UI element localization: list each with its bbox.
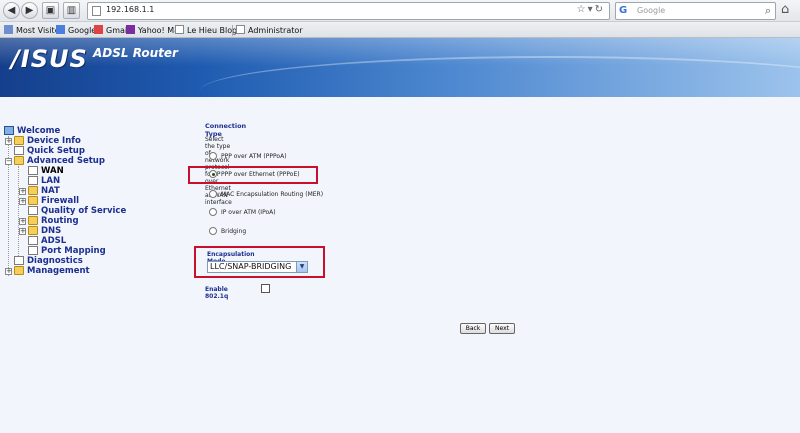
bookmark-administrator[interactable]: Administrator [236,25,303,35]
nav-label: ADSL [41,236,67,246]
nav-label: LAN [41,176,61,186]
nav-label: WAN [41,166,64,176]
forward-arrow-icon[interactable]: ▶ [21,2,38,19]
expand-icon[interactable]: + [5,138,12,145]
page-icon [28,176,38,185]
page-icon [14,146,24,155]
page-icon [28,246,38,255]
nav-label: Firewall [41,196,80,206]
collapse-icon[interactable]: − [5,158,12,165]
page-icon [92,6,101,16]
bookmark-star-icon[interactable]: ☆▾↻ [577,4,605,15]
radio-label: IP over ATM (IPoA) [221,209,276,216]
page-icon [28,236,38,245]
google-icon: G [619,5,628,16]
folder-icon [28,226,38,235]
nav-label: Quick Setup [27,146,85,156]
nav-label: DNS [41,226,62,236]
enable-8021q-checkbox[interactable] [261,284,270,293]
print-icon[interactable]: ▣ [42,2,59,19]
radio-button[interactable] [209,227,217,235]
most-visited-icon [4,25,13,34]
bookmarks-bar: Most Visited Google Gmail! Yahoo! Mail L… [0,22,800,38]
next-button[interactable]: Next [489,323,515,334]
nav-label: Device Info [27,136,81,146]
history-icon[interactable]: ▥ [63,2,80,19]
nav-label: Advanced Setup [27,156,105,166]
expand-icon[interactable]: + [19,198,26,205]
expand-icon[interactable]: + [5,268,12,275]
back-arrow-icon[interactable]: ◀ [3,2,20,19]
asus-logo: /ISUS [11,45,88,73]
search-placeholder: Google [637,6,666,15]
enable-8021q-label: Enable 802.1q [205,286,229,300]
radio-label: Bridging [221,228,247,235]
nav-label: Diagnostics [27,256,83,266]
nav-label: Management [27,266,90,276]
nav-label: Welcome [17,126,61,136]
monitor-icon [4,126,14,135]
folder-icon [28,196,38,205]
banner-subtitle: ADSL Router [93,46,178,60]
tree-line [18,166,19,256]
bookmark-label: Google [68,26,97,35]
bookmark-label: Le Hieu Blogs [187,26,242,35]
folder-icon [28,216,38,225]
search-bar[interactable]: G Google ⌕ [615,2,776,20]
folder-icon [14,266,24,275]
folder-icon [14,136,24,145]
yahoo-icon [126,25,135,34]
page-icon [14,256,24,265]
radio-label: MAC Encapsulation Routing (MER) [221,191,324,198]
page-icon [175,25,184,34]
radio-label: PPP over ATM (PPPoA) [221,153,287,160]
gmail-icon [94,25,103,34]
radio-button[interactable] [209,190,217,198]
bookmark-google[interactable]: Google [56,25,96,35]
highlight-box-pppoe [188,166,318,184]
nav-label: Routing [41,216,79,226]
nav-label: Quality of Service [41,206,127,216]
home-icon[interactable]: ⌂ [781,2,789,17]
google-icon [56,25,65,34]
nav-label: NAT [41,186,60,196]
folder-icon [28,186,38,195]
search-icon[interactable]: ⌕ [765,4,771,18]
url-text: 192.168.1.1 [106,5,155,14]
expand-icon[interactable]: + [19,218,26,225]
bookmark-separator [232,25,233,36]
back-button[interactable]: Back [460,323,486,334]
radio-button[interactable] [209,152,217,160]
page-icon [28,166,38,175]
nav-label: Port Mapping [41,246,106,256]
browser-toolbar: ◀ ▶ ▣ ▥ 192.168.1.1 ☆▾↻ G Google ⌕ ⌂ [0,0,800,22]
folder-open-icon [14,156,24,165]
radio-button[interactable] [209,208,217,216]
expand-icon[interactable]: + [19,228,26,235]
page-icon [236,25,245,34]
highlight-box-encapsulation [194,246,325,278]
expand-icon[interactable]: + [19,188,26,195]
bookmark-label: Administrator [248,26,303,35]
url-bar[interactable]: 192.168.1.1 ☆▾↻ [87,2,610,20]
page-icon [28,206,38,215]
router-banner: /ISUS ADSL Router [0,38,800,97]
